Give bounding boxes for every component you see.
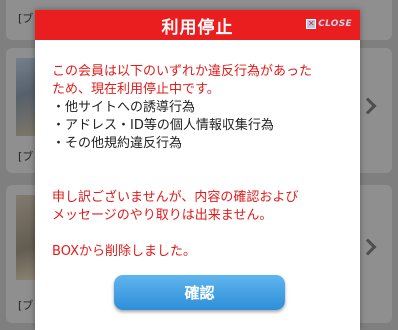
dialog-title: 利用停止 (161, 17, 234, 38)
suspension-dialog: 利用停止 ✕ CLOSE この会員は以下のいずれか違反行為があった ため、現在利… (35, 10, 360, 330)
apology-text-line-2: メッセージのやり取りは出来ません。 (52, 208, 273, 223)
close-icon: ✕ (306, 19, 317, 29)
close-label: CLOSE (318, 19, 352, 29)
apology-text-line-1: 申し訳ございませんが、内容の確認および (52, 190, 299, 205)
close-button[interactable]: ✕ CLOSE (306, 19, 352, 29)
screen: [ブ [ブ [ブ 利用停止 ✕ CLOSE この会員は以下のいずれか違反行為があ… (0, 0, 398, 330)
removed-notice: BOXから削除しました。 (52, 244, 196, 259)
violation-item: ・他サイトへの誘導行為 (52, 100, 196, 115)
intro-text-line-1: この会員は以下のいずれか違反行為があった (52, 64, 313, 79)
violation-item: ・アドレス・ID等の個人情報収集行為 (52, 118, 274, 133)
violation-item: ・その他規約違反行為 (52, 136, 183, 151)
dialog-header: 利用停止 ✕ CLOSE (35, 10, 360, 40)
intro-text-line-2: ため、現在利用停止中です。 (52, 82, 220, 97)
dialog-message: この会員は以下のいずれか違反行為があった ため、現在利用停止中です。 ・他サイト… (52, 63, 352, 261)
confirm-button[interactable]: 確認 (114, 275, 285, 310)
